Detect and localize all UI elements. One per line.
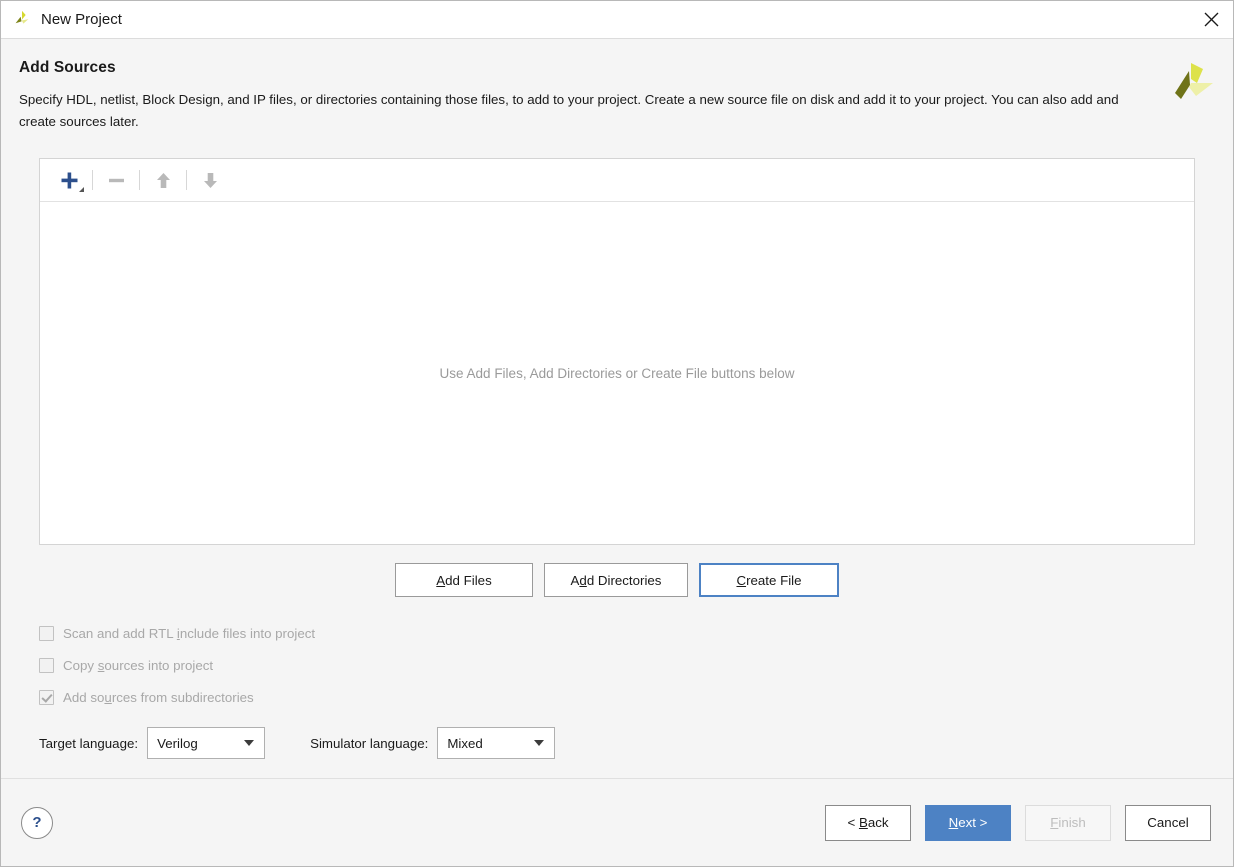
scan-rtl-include-label: Scan and add RTL include files into proj… <box>63 625 316 641</box>
chevron-down-icon <box>534 740 545 747</box>
title-bar: New Project <box>1 1 1233 39</box>
add-directories-label: Add Directories <box>570 572 662 588</box>
cancel-label: Cancel <box>1147 815 1189 830</box>
finish-button[interactable]: Finish <box>1025 804 1111 841</box>
next-button[interactable]: Next > <box>925 804 1011 841</box>
toolbar-separator <box>139 170 140 191</box>
xilinx-logo-icon <box>1175 63 1213 99</box>
sources-empty-area[interactable]: Use Add Files, Add Directories or Create… <box>40 202 1194 545</box>
copy-sources-label: Copy sources into project <box>63 657 214 673</box>
copy-sources-row[interactable]: Copy sources into project <box>39 651 1195 679</box>
window-title: New Project <box>41 11 122 28</box>
add-subdirectories-label: Add sources from subdirectories <box>63 689 254 705</box>
page-title: Add Sources <box>19 59 116 76</box>
next-label: Next > <box>948 815 988 830</box>
target-language-value: Verilog <box>157 735 198 751</box>
vivado-logo-icon <box>15 10 29 24</box>
language-settings: Target language: Verilog Simulator langu… <box>39 727 1195 760</box>
wizard-nav-buttons: < Back Next > Finish Cancel <box>825 804 1211 841</box>
dialog-footer: ? < Back Next > Finish Cancel <box>1 778 1233 866</box>
simulator-language-select[interactable]: Mixed <box>437 727 556 760</box>
toolbar-separator <box>186 170 187 191</box>
simulator-language-label: Simulator language: <box>310 735 429 751</box>
chevron-down-icon <box>79 187 84 193</box>
new-project-dialog: New Project Add Sources Specify HDL, net… <box>0 0 1234 867</box>
add-subdirectories-row[interactable]: Add sources from subdirectories <box>39 683 1195 711</box>
empty-state-message: Use Add Files, Add Directories or Create… <box>439 365 795 381</box>
target-language-label: Target language: <box>39 735 139 751</box>
remove-source-button[interactable] <box>97 165 135 195</box>
add-directories-button[interactable]: Add Directories <box>544 563 688 598</box>
page-description: Specify HDL, netlist, Block Design, and … <box>19 92 1119 129</box>
add-files-label: Add Files <box>436 572 492 588</box>
plus-icon <box>61 172 77 189</box>
close-button[interactable] <box>1189 1 1233 38</box>
copy-sources-checkbox[interactable] <box>39 657 54 673</box>
add-subdirectories-checkbox[interactable] <box>39 689 54 705</box>
sources-file-box: Use Add Files, Add Directories or Create… <box>39 158 1195 546</box>
arrow-up-icon <box>156 172 170 188</box>
dialog-body: Use Add Files, Add Directories or Create… <box>1 132 1233 778</box>
finish-label: Finish <box>1050 815 1086 830</box>
simulator-language-value: Mixed <box>447 735 483 751</box>
minus-icon <box>108 178 124 182</box>
add-sources-button[interactable] <box>50 165 88 195</box>
back-label: < Back <box>847 815 889 830</box>
arrow-down-icon <box>203 172 217 188</box>
chevron-down-icon <box>244 740 255 747</box>
add-files-button[interactable]: Add Files <box>395 563 533 598</box>
source-action-buttons: Add Files Add Directories Create File <box>39 563 1195 598</box>
scan-rtl-include-checkbox[interactable] <box>39 625 54 641</box>
cancel-button[interactable]: Cancel <box>1125 804 1211 841</box>
help-button[interactable]: ? <box>21 806 53 839</box>
source-options: Scan and add RTL include files into proj… <box>39 619 1195 715</box>
scan-rtl-include-row[interactable]: Scan and add RTL include files into proj… <box>39 619 1195 647</box>
create-file-label: Create File <box>736 572 802 588</box>
dialog-header: Add Sources Specify HDL, netlist, Block … <box>1 39 1233 132</box>
back-button[interactable]: < Back <box>825 804 911 841</box>
move-up-button[interactable] <box>144 165 182 195</box>
move-down-button[interactable] <box>191 165 229 195</box>
toolbar-separator <box>92 170 93 191</box>
close-icon <box>1204 12 1218 27</box>
sources-toolbar <box>40 159 1194 203</box>
create-file-button[interactable]: Create File <box>699 563 839 598</box>
target-language-select[interactable]: Verilog <box>147 727 266 760</box>
